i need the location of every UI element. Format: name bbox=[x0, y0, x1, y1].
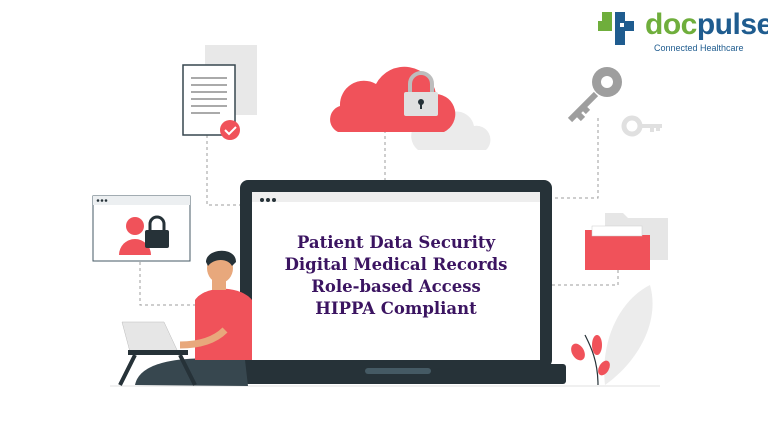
illustration bbox=[92, 45, 668, 387]
feature-line: Digital Medical Records bbox=[284, 255, 508, 274]
access-window-icon bbox=[92, 195, 191, 262]
feature-line: Patient Data Security bbox=[296, 233, 496, 252]
logo-wordmark: docpulse bbox=[645, 8, 768, 42]
laptop-screen-text: Patient Data Security Digital Medical Re… bbox=[252, 232, 540, 320]
folder-icon bbox=[585, 213, 668, 270]
cloud-lock-icon bbox=[330, 66, 491, 150]
logo-cross-icon bbox=[598, 12, 634, 45]
logo-doc: doc bbox=[645, 8, 697, 41]
docpulse-logo[interactable]: docpulse Connected Healthcare bbox=[598, 6, 768, 56]
feature-line: HIPPA Compliant bbox=[315, 299, 477, 318]
logo-pulse: pulse bbox=[696, 8, 768, 41]
person-illustration bbox=[118, 250, 252, 386]
document-icon bbox=[182, 45, 257, 140]
check-icon bbox=[220, 120, 240, 140]
feature-line: Role-based Access bbox=[311, 277, 481, 296]
plant-icon bbox=[571, 285, 653, 386]
key-icon bbox=[567, 67, 662, 137]
logo-tagline: Connected Healthcare bbox=[654, 43, 744, 53]
